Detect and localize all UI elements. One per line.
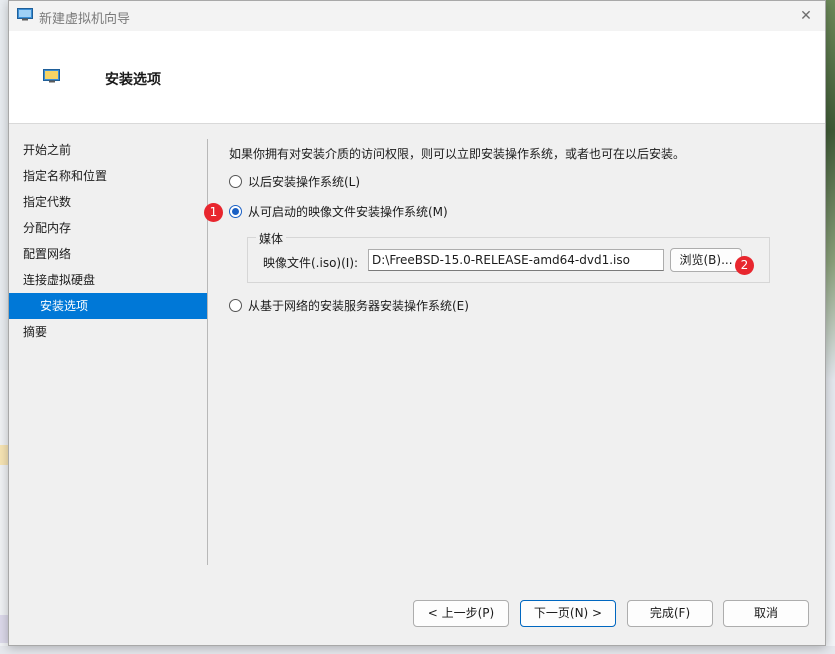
- cancel-button[interactable]: 取消: [723, 600, 809, 627]
- sidebar-item-networking[interactable]: 配置网络: [9, 241, 207, 267]
- virtual-machine-icon: [17, 8, 33, 21]
- sidebar-item-name-location[interactable]: 指定名称和位置: [9, 163, 207, 189]
- radio-install-from-image[interactable]: [229, 205, 242, 218]
- step-marker-1: 1: [204, 203, 223, 222]
- title-bar[interactable]: 新建虚拟机向导 ✕: [9, 1, 825, 31]
- image-file-path-input[interactable]: D:\FreeBSD-15.0-RELEASE-amd64-dvd1.iso: [368, 249, 664, 271]
- previous-button[interactable]: < 上一步(P): [413, 600, 509, 627]
- sidebar-item-generation[interactable]: 指定代数: [9, 189, 207, 215]
- desktop-background-right: [826, 0, 835, 654]
- sidebar-item-summary[interactable]: 摘要: [9, 319, 207, 345]
- sidebar-item-memory[interactable]: 分配内存: [9, 215, 207, 241]
- window-title: 新建虚拟机向导: [39, 12, 131, 27]
- media-group: 媒体 映像文件(.iso)(I): D:\FreeBSD-15.0-RELEAS…: [247, 230, 770, 283]
- browse-button[interactable]: 浏览(B)...: [670, 248, 742, 272]
- radio-install-later[interactable]: [229, 175, 242, 188]
- intro-text: 如果你拥有对安装介质的访问权限，则可以立即安装操作系统，或者也可在以后安装。: [229, 147, 686, 161]
- media-group-legend: 媒体: [256, 230, 287, 247]
- virtual-machine-icon: [43, 69, 60, 83]
- close-button[interactable]: ✕: [797, 7, 815, 25]
- desktop-background-left: [0, 370, 8, 654]
- option-label[interactable]: 以后安装操作系统(L): [248, 173, 360, 191]
- background-strip: [0, 445, 8, 465]
- step-marker-2: 2: [735, 256, 754, 275]
- next-button[interactable]: 下一页(N) >: [520, 600, 616, 627]
- sidebar-item-installation-options[interactable]: 安装选项: [9, 293, 207, 319]
- background-strip: [0, 615, 8, 643]
- option-label[interactable]: 从基于网络的安装服务器安装操作系统(E): [248, 297, 469, 315]
- sidebar-item-before-you-begin[interactable]: 开始之前: [9, 137, 207, 163]
- page-title: 安装选项: [105, 72, 161, 88]
- option-label[interactable]: 从可启动的映像文件安装操作系统(M): [248, 203, 448, 221]
- wizard-steps-nav: 开始之前 指定名称和位置 指定代数 分配内存 配置网络 连接虚拟硬盘 安装选项 …: [9, 137, 207, 345]
- new-vm-wizard-dialog: 新建虚拟机向导 ✕ 安装选项 开始之前 指定名称和位置 指定代数 分配内存 配置…: [8, 0, 826, 646]
- desktop-background-bottom: [0, 646, 835, 654]
- image-file-label: 映像文件(.iso)(I):: [263, 256, 359, 270]
- wizard-header: 安装选项: [9, 31, 825, 124]
- radio-install-from-network[interactable]: [229, 299, 242, 312]
- close-icon: ✕: [800, 8, 812, 24]
- vertical-divider: [207, 139, 208, 565]
- sidebar-item-virtual-hard-disk[interactable]: 连接虚拟硬盘: [9, 267, 207, 293]
- finish-button[interactable]: 完成(F): [627, 600, 713, 627]
